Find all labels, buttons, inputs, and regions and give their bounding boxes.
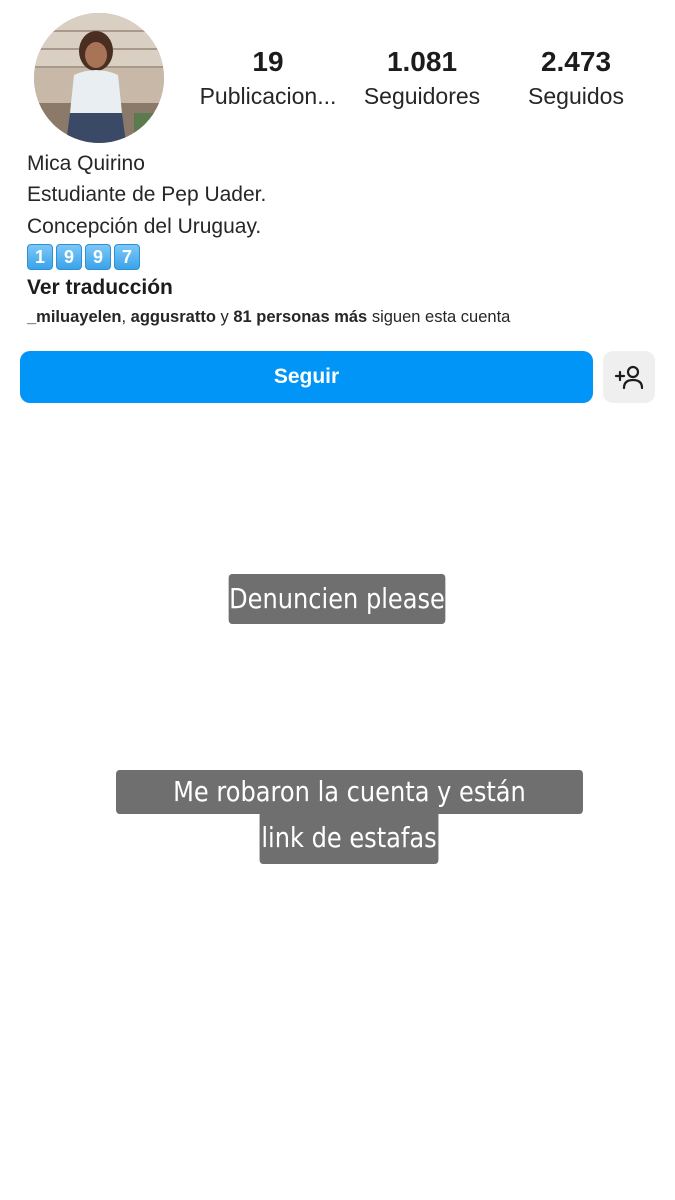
keycap-digit: 9 xyxy=(85,244,111,270)
mutual-followers-others[interactable]: 81 personas más xyxy=(233,308,367,326)
overlay-caption-2-line-2: link de estafas xyxy=(259,814,439,864)
overlay-caption-1-text: Denuncien please xyxy=(229,582,445,615)
followed-by-suffix: siguen esta cuenta xyxy=(367,308,511,326)
posts-count-label: Publicacion... xyxy=(199,83,337,109)
posts-count: 19 Publicacion... xyxy=(193,44,343,112)
mutual-follower-2[interactable]: aggusratto xyxy=(131,308,216,326)
followers-count-label: Seguidores xyxy=(363,83,481,109)
see-translation-link[interactable]: Ver traducción xyxy=(27,276,173,300)
bio-year-emoji: 1 9 9 7 xyxy=(27,244,140,270)
follow-button[interactable]: Seguir xyxy=(20,351,593,403)
suggested-accounts-button[interactable] xyxy=(603,351,655,403)
add-person-icon xyxy=(614,365,644,390)
followers-count-value: 1.081 xyxy=(386,46,458,77)
bio-line-1: Estudiante de Pep Uader. xyxy=(27,183,267,206)
bio-line-2: Concepción del Uruguay. xyxy=(27,215,262,238)
overlay-caption-2-line-2-text: link de estafas xyxy=(261,821,437,854)
profile-name: Mica Quirino xyxy=(27,152,145,175)
following-count-label: Seguidos xyxy=(528,83,624,109)
followers-count[interactable]: 1.081 Seguidores xyxy=(347,44,497,112)
separator: , xyxy=(121,308,131,326)
keycap-digit: 1 xyxy=(27,244,53,270)
overlay-caption-1: Denuncien please xyxy=(228,574,446,624)
following-count[interactable]: 2.473 Seguidos xyxy=(501,44,651,112)
overlay-caption-2-line-1: Me robaron la cuenta y están mandando xyxy=(116,770,583,852)
keycap-digit: 9 xyxy=(56,244,82,270)
separator: y xyxy=(215,308,234,326)
profile-photo xyxy=(34,13,164,143)
posts-count-value: 19 xyxy=(252,46,284,77)
followed-by-text[interactable]: _miluayelen, aggusratto y 81 personas má… xyxy=(27,308,510,327)
keycap-digit: 7 xyxy=(114,244,140,270)
profile-avatar[interactable] xyxy=(34,13,164,143)
following-count-value: 2.473 xyxy=(540,46,612,77)
mutual-follower-1[interactable]: _miluayelen xyxy=(27,308,121,326)
